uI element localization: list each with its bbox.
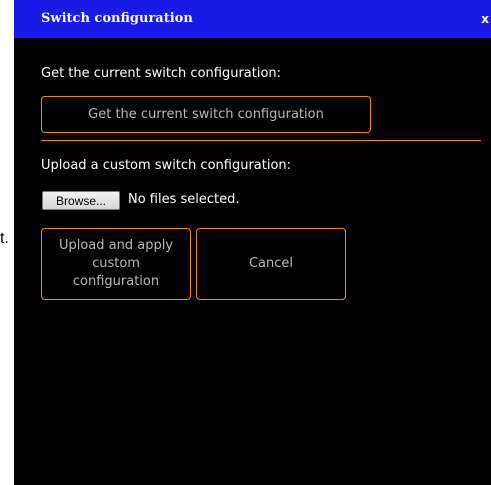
cancel-button[interactable]: Cancel <box>196 228 346 300</box>
dialog-title-bar: Switch configuration x <box>14 0 491 38</box>
dialog-title: Switch configuration <box>41 11 193 26</box>
upload-apply-button[interactable]: Upload and apply custom configuration <box>41 228 191 300</box>
section-divider <box>41 140 481 141</box>
switch-configuration-dialog: Switch configuration x Get the current s… <box>14 0 491 485</box>
file-selection-status: No files selected. <box>128 192 240 207</box>
background-page-text: t. <box>0 230 9 247</box>
upload-config-label: Upload a custom switch configuration: <box>41 158 292 173</box>
get-current-config-button[interactable]: Get the current switch configuration <box>41 96 371 133</box>
browse-button[interactable]: Browse... <box>42 191 120 210</box>
close-icon[interactable]: x <box>481 12 489 26</box>
get-config-label: Get the current switch configuration: <box>41 66 282 81</box>
